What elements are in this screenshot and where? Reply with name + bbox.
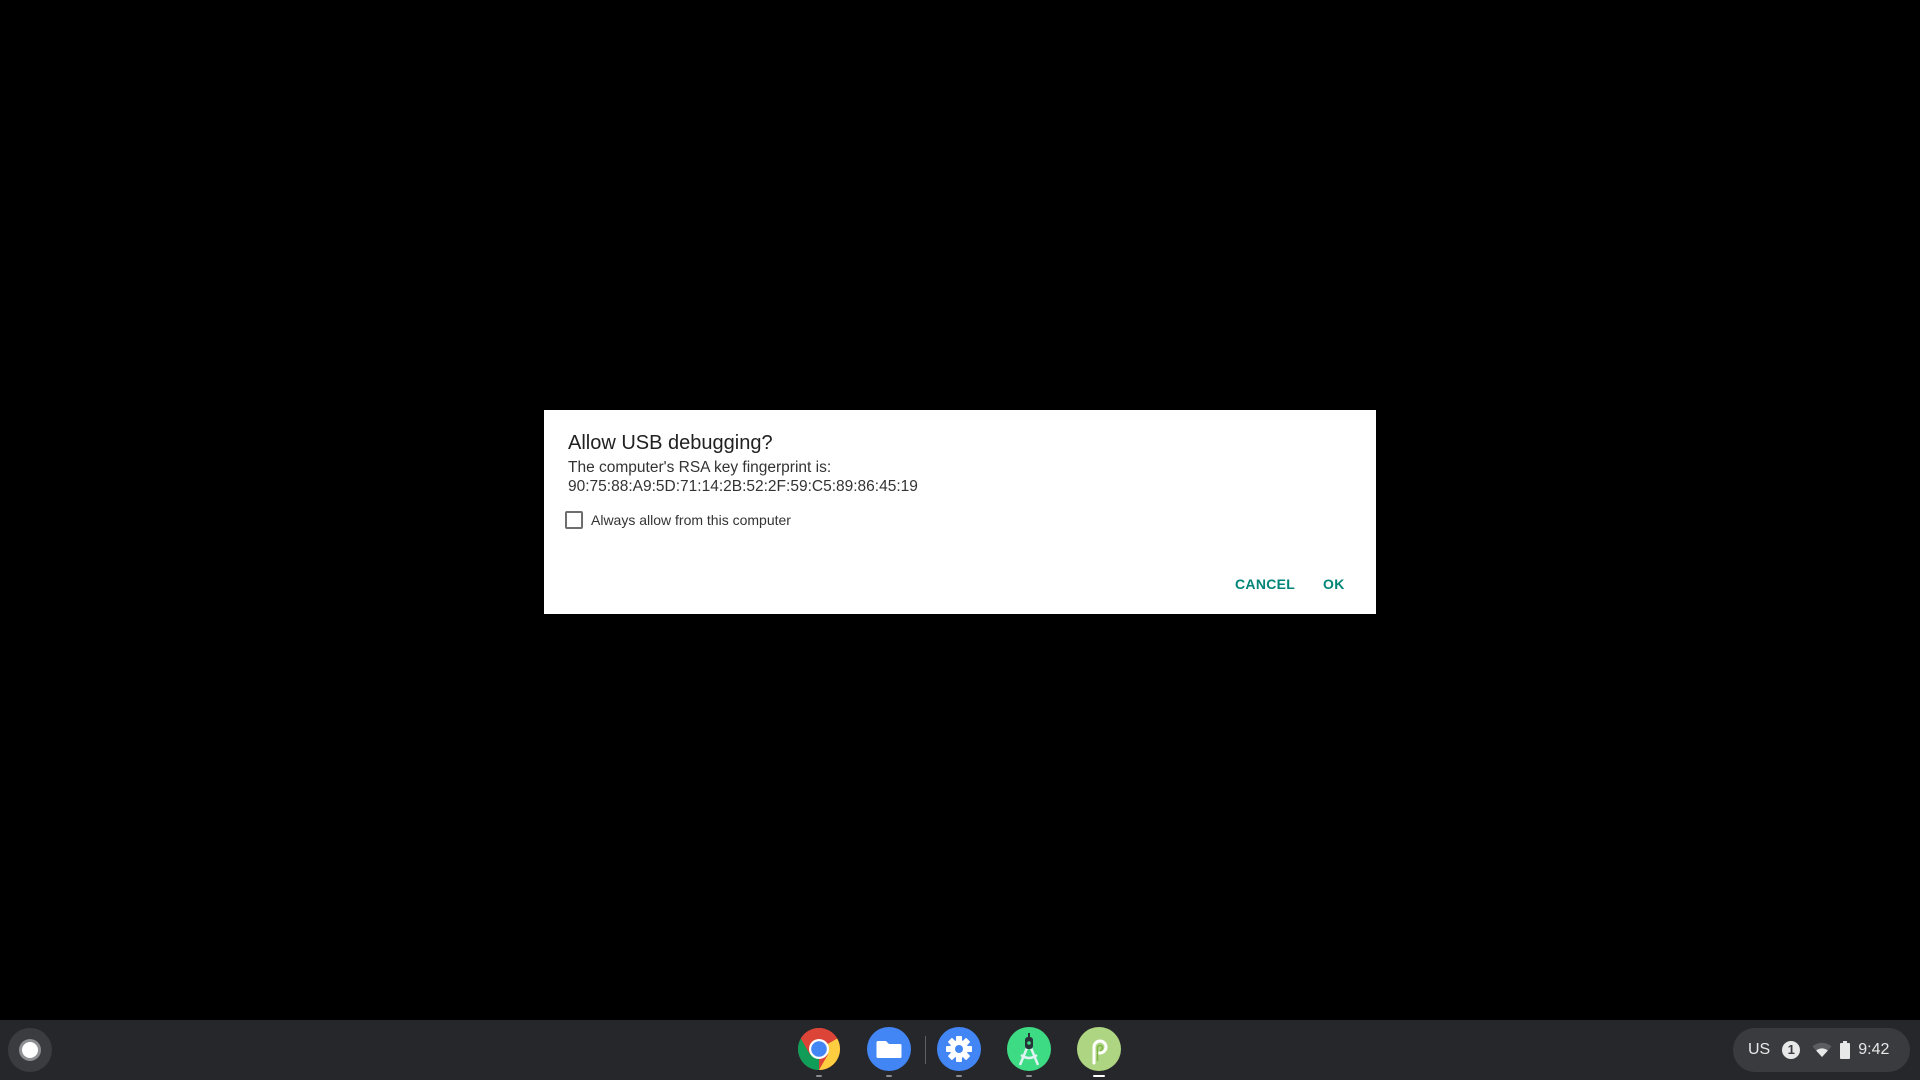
usb-debugging-dialog: Allow USB debugging? The computer's RSA … [544, 410, 1376, 614]
shelf-app-settings[interactable] [937, 1027, 981, 1071]
running-indicator [816, 1075, 822, 1077]
launcher-dot [22, 1042, 38, 1058]
shelf-app-android-studio[interactable] [1007, 1027, 1051, 1071]
running-indicator [886, 1075, 892, 1077]
shelf-app-android-p[interactable] [1077, 1027, 1121, 1071]
shelf: US 1 9:42 [0, 1020, 1920, 1080]
cancel-button[interactable]: CANCEL [1227, 570, 1303, 598]
shelf-app-files[interactable] [867, 1027, 911, 1071]
clock-time: 9:42 [1858, 1041, 1890, 1058]
input-method-indicator: US [1748, 1041, 1771, 1058]
rsa-fingerprint: 90:75:88:A9:5D:71:14:2B:52:2F:59:C5:89:8… [568, 478, 918, 495]
message-line-1: The computer's RSA key fingerprint is: [568, 459, 832, 476]
dialog-message: The computer's RSA key fingerprint is: 9… [568, 458, 918, 496]
shelf-app-chrome[interactable] [797, 1027, 841, 1071]
running-indicator [1026, 1075, 1032, 1077]
android-p-icon [1092, 1039, 1108, 1065]
always-allow-checkbox[interactable] [565, 511, 583, 529]
running-indicator [956, 1075, 962, 1077]
chrome-icon [797, 1027, 841, 1070]
always-allow-row[interactable]: Always allow from this computer [565, 510, 791, 530]
battery-icon [1840, 1041, 1851, 1059]
settings-gear-icon [946, 1036, 972, 1062]
notification-count-badge: 1 [1782, 1041, 1801, 1059]
wifi-icon [1812, 1042, 1832, 1057]
active-indicator [1093, 1075, 1105, 1077]
android-studio-icon [1018, 1033, 1040, 1066]
files-folder-icon [876, 1041, 902, 1058]
always-allow-label[interactable]: Always allow from this computer [591, 512, 791, 528]
shelf-divider [925, 1036, 926, 1064]
launcher-button[interactable] [8, 1028, 52, 1072]
status-tray[interactable]: US 1 9:42 [1733, 1028, 1910, 1072]
dialog-title: Allow USB debugging? [568, 432, 773, 454]
ok-button[interactable]: OK [1315, 570, 1353, 598]
